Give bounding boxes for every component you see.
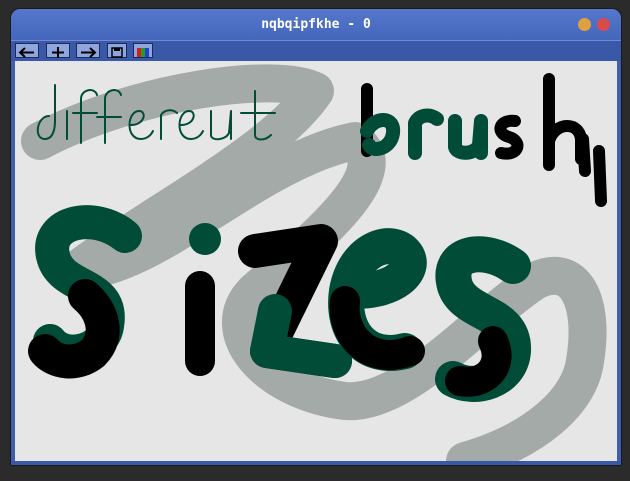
back-button[interactable] [15, 43, 39, 58]
palette-button[interactable] [133, 43, 153, 58]
title-bar[interactable]: nqbqipfkhe - 0 [11, 9, 621, 40]
forward-button[interactable] [76, 43, 100, 58]
palette-icon [137, 48, 149, 57]
canvas-drawing [21, 64, 607, 461]
arrow-right-icon [81, 47, 97, 58]
app-window: nqbqipfkhe - 0 [10, 8, 622, 466]
drawing-canvas[interactable] [15, 61, 617, 461]
save-button[interactable] [107, 43, 127, 58]
medium-brush-text [360, 73, 607, 207]
add-button[interactable] [46, 43, 70, 58]
minimize-button[interactable] [578, 18, 591, 31]
window-title: nqbqipfkhe - 0 [261, 17, 371, 32]
arrow-left-icon [18, 47, 34, 58]
close-button[interactable] [597, 18, 610, 31]
save-icon [111, 47, 123, 58]
plus-icon [52, 47, 64, 58]
toolbar [11, 40, 621, 61]
window-bottom-edge [11, 461, 621, 465]
